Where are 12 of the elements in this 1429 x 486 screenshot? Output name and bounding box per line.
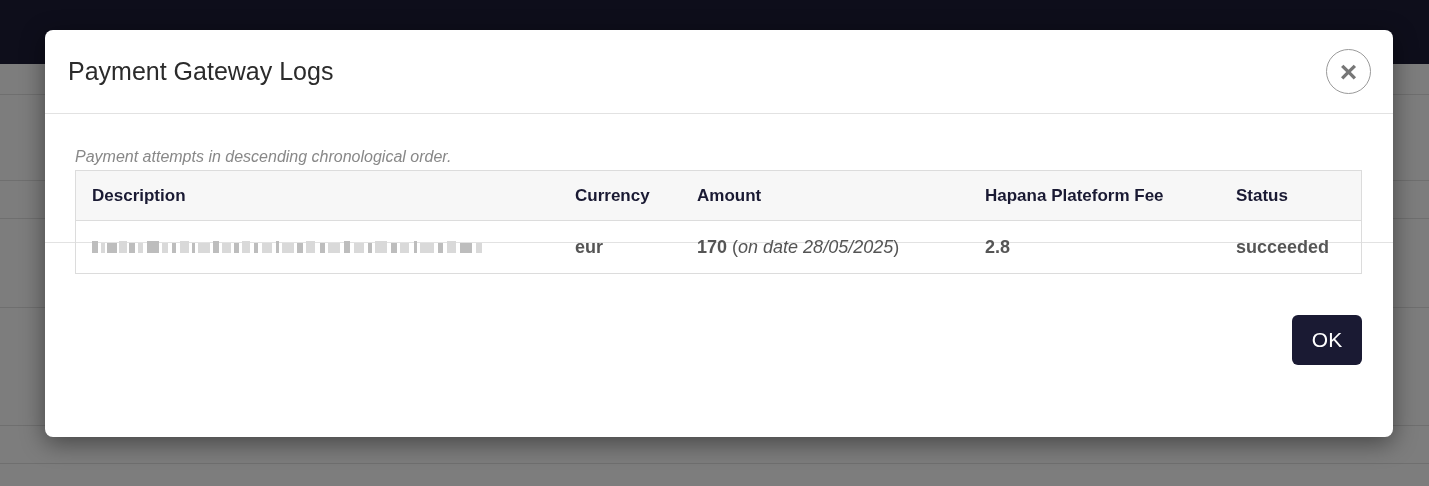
column-header: Hapana Plateform Fee bbox=[985, 184, 1164, 207]
dialog-title: Payment Gateway Logs bbox=[68, 55, 334, 87]
column-header: Amount bbox=[697, 184, 762, 207]
ok-button[interactable]: OK bbox=[1292, 315, 1362, 365]
table-cell-text: succeeded bbox=[1236, 235, 1330, 259]
column-header: Currency bbox=[575, 184, 650, 207]
column-header: Status bbox=[1236, 184, 1288, 207]
subtitle: Payment attempts in descending chronological order. bbox=[75, 148, 453, 166]
column-header: Description bbox=[92, 184, 186, 207]
table-cell-text: 170 (on date 28/05/2025) bbox=[697, 235, 900, 259]
table-cell-text: 2.8 bbox=[985, 235, 1011, 259]
table-cell-text: eur bbox=[575, 235, 603, 259]
